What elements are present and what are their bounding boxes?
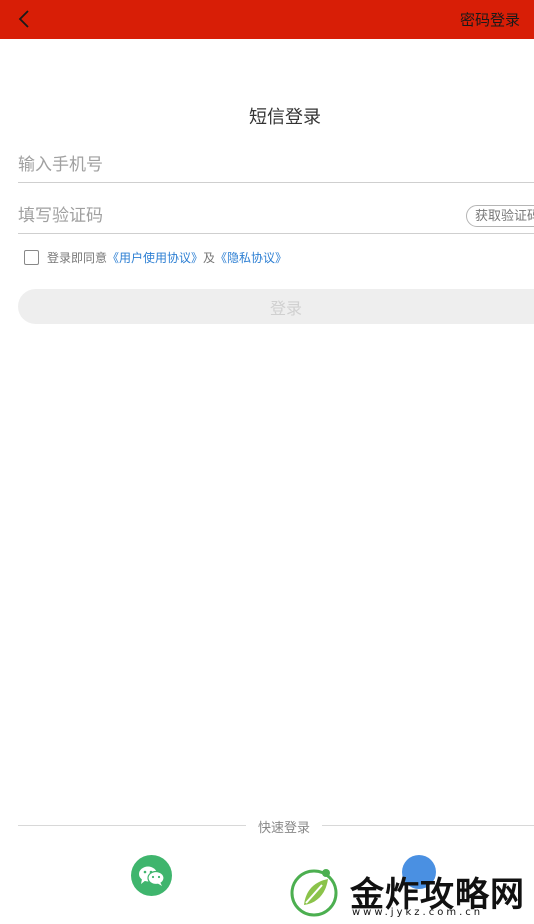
qq-login-button[interactable] [402,855,436,889]
phone-input[interactable] [18,148,438,182]
back-icon [18,10,29,28]
watermark-logo [290,869,338,917]
top-bar: 密码登录 [0,0,534,39]
back-button[interactable] [12,6,38,32]
page-title: 短信登录 [249,107,321,128]
divider-line-left [18,825,246,826]
agreement-row: 登录即同意 《用户使用协议》 及 《隐私协议》 [24,248,287,266]
phone-field [18,148,534,183]
quick-login-label: 快速登录 [257,821,310,836]
agree-prefix: 登录即同意 [47,250,108,265]
watermark-url: www.jykz.com.cn [352,907,484,918]
agree-checkbox[interactable] [24,249,39,265]
privacy-policy-link[interactable]: 《隐私协议》 [215,249,287,266]
get-code-button[interactable]: 获取验证码 [466,205,534,227]
password-login-link[interactable]: 密码登录 [460,9,520,30]
quick-login-divider: 快速登录 [18,817,534,837]
divider-line-right [322,825,534,826]
wechat-login-button[interactable] [131,855,172,896]
and-text: 及 [203,250,216,265]
wechat-icon [139,866,165,886]
watermark-brand: 金炸攻略网 [350,875,525,915]
watermark: 金炸攻略网 www.jykz.com.cn [0,855,534,924]
code-field: 获取验证码 [18,199,534,234]
login-button[interactable]: 登录 [18,289,534,324]
user-agreement-link[interactable]: 《用户使用协议》 [107,249,203,266]
code-input[interactable] [18,199,438,233]
